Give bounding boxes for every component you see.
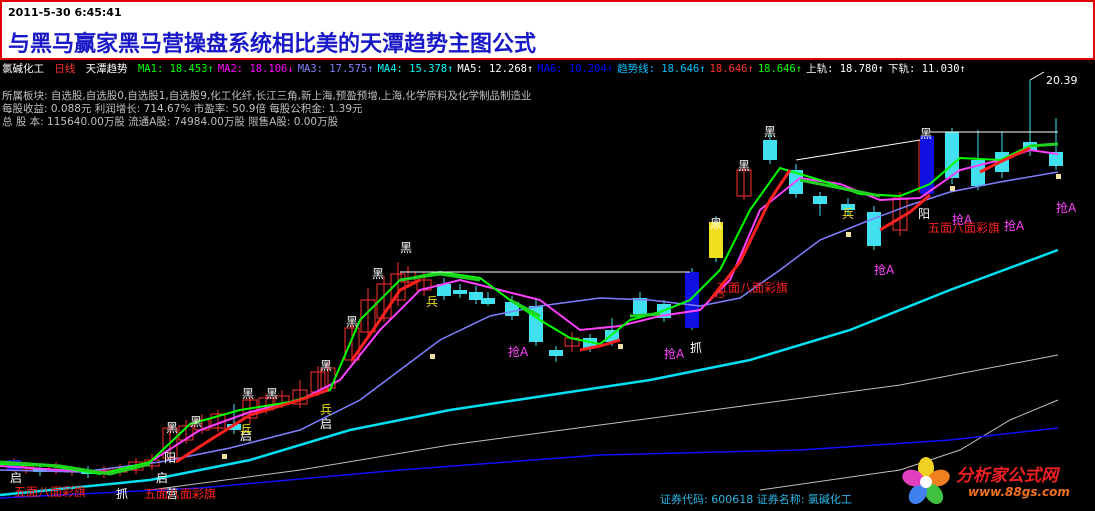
signal-marker xyxy=(950,186,955,191)
info-earnings: 每股收益: 0.088元 利润增长: 714.67% 市盈率: 50.9倍 每股… xyxy=(2,103,363,115)
signal-label: 阳 xyxy=(164,451,176,465)
signal-label: 五面八面彩旗 xyxy=(14,484,86,499)
candle-body xyxy=(481,298,495,304)
info-sector: 所属板块: 自选股,自选股0,自选股1,自选股9,化工化纤,长江三角,新上海,预… xyxy=(2,90,532,102)
site-logo: 分析家公式网 www.88gs.com xyxy=(898,455,1094,509)
max-price-label: 20.39 xyxy=(1046,74,1078,87)
signal-marker xyxy=(618,344,623,349)
indicator-value: 上轨: 18.780↑ xyxy=(806,63,884,75)
signal-label: 黑 xyxy=(372,267,384,281)
indicator-header: 氯碱化工 日线 天潭趋势 MA1: 18.453↑ MA2: 18.106↓ MA3… xyxy=(2,62,974,76)
info-shares: 总 股 本: 115640.00万股 流通A股: 74984.00万股 限售A股… xyxy=(2,116,339,128)
signal-label: 抢A xyxy=(508,344,529,359)
signal-label: 抢A xyxy=(664,346,685,361)
signal-label: 阳 xyxy=(918,207,930,221)
signal-label: 抓 xyxy=(116,487,128,501)
signal-label: 启 xyxy=(10,471,22,485)
candle-body xyxy=(453,290,467,294)
logo-name: 分析家公式网 xyxy=(956,466,1058,486)
indicator-value: MA2: 18.106↓ xyxy=(217,63,294,75)
signal-marker xyxy=(1056,174,1061,179)
indicator-list: MA1: 18.453↑ MA2: 18.106↓ MA3: 17.575↑ MA4:… xyxy=(138,63,970,75)
indicator-value: MA3: 17.575↑ xyxy=(297,63,374,75)
period-label[interactable]: 日线 xyxy=(54,63,75,75)
signal-label: 黑 xyxy=(920,127,932,141)
signal-label: 45 xyxy=(712,290,725,301)
signal-label: 黑 xyxy=(166,421,178,435)
indicator-value: 18.646↑ xyxy=(757,63,803,75)
signal-label: 抓 xyxy=(690,341,702,355)
signal-label: 启 xyxy=(156,471,168,485)
trend-line xyxy=(350,278,421,361)
signal-label: 抢A xyxy=(1056,200,1077,215)
indicator-value: MA6: 10.204↑ xyxy=(537,63,614,75)
signal-label: 黑 xyxy=(320,359,332,373)
signal-label: 黑 xyxy=(400,241,412,255)
candle-body xyxy=(549,350,563,356)
indicator-value: 下轨: 11.030↑ xyxy=(887,63,966,75)
upper-band xyxy=(795,139,921,161)
signal-label: 黑 xyxy=(242,387,254,401)
candle-body xyxy=(813,196,827,204)
trend-line xyxy=(1029,142,1059,148)
indicator-value: 趋势线: 18.646↑ xyxy=(617,63,706,75)
stock-name: 氯碱化工 xyxy=(2,63,44,75)
candlestick-chart[interactable]: 20.39黑黑黑黑黑 黑黑 黑黑黑黑黑启启启启营阳阳兵兵兵兵抓抓抢A 抢A抢A抢A 抢A… xyxy=(0,0,1095,511)
signal-label: 黑 xyxy=(190,415,202,429)
indicator-value: MA5: 12.268↑ xyxy=(457,63,534,75)
indicator-value: MA4: 15.378↑ xyxy=(377,63,454,75)
indicator-value: MA1: 18.453↑ xyxy=(137,63,214,75)
signal-label: 兵 xyxy=(842,207,854,221)
signal-label: 五面八面彩旗 xyxy=(716,280,788,295)
security-info: 证券代码: 600618 证券名称: 氯碱化工 xyxy=(660,493,852,506)
signal-label: 黑 xyxy=(764,125,776,139)
signal-label: 黑 xyxy=(710,217,722,231)
signal-label: 抢A xyxy=(1004,218,1025,233)
signal-marker xyxy=(846,232,851,237)
candle-body xyxy=(685,272,699,328)
flower-icon xyxy=(902,457,950,505)
signal-label: 黑 xyxy=(266,387,278,401)
max-price-pointer xyxy=(1029,71,1045,81)
signal-label: 五面八面彩旗 xyxy=(144,486,216,501)
signal-label: 兵 xyxy=(426,295,438,309)
signal-label: 启 xyxy=(320,417,332,431)
signal-label: 黑 xyxy=(346,315,358,329)
signal-label: 兵 xyxy=(320,403,332,417)
signal-label: 五面八面彩旗 xyxy=(928,220,1000,235)
signal-marker xyxy=(222,454,227,459)
candle-body xyxy=(763,140,777,160)
signal-label: 黑 xyxy=(738,159,750,173)
formula-name: 天潭趋势 xyxy=(85,63,128,75)
trend-line xyxy=(799,178,881,198)
trend-line xyxy=(399,272,481,282)
indicator-value: 18.646↑ xyxy=(709,63,754,75)
signal-marker xyxy=(430,354,435,359)
trend-line xyxy=(629,312,661,318)
candle-body xyxy=(469,292,483,300)
signal-label: 兵 xyxy=(240,423,252,437)
logo-url: www.88gs.com xyxy=(968,485,1070,499)
signal-label: 抢A xyxy=(874,262,895,277)
